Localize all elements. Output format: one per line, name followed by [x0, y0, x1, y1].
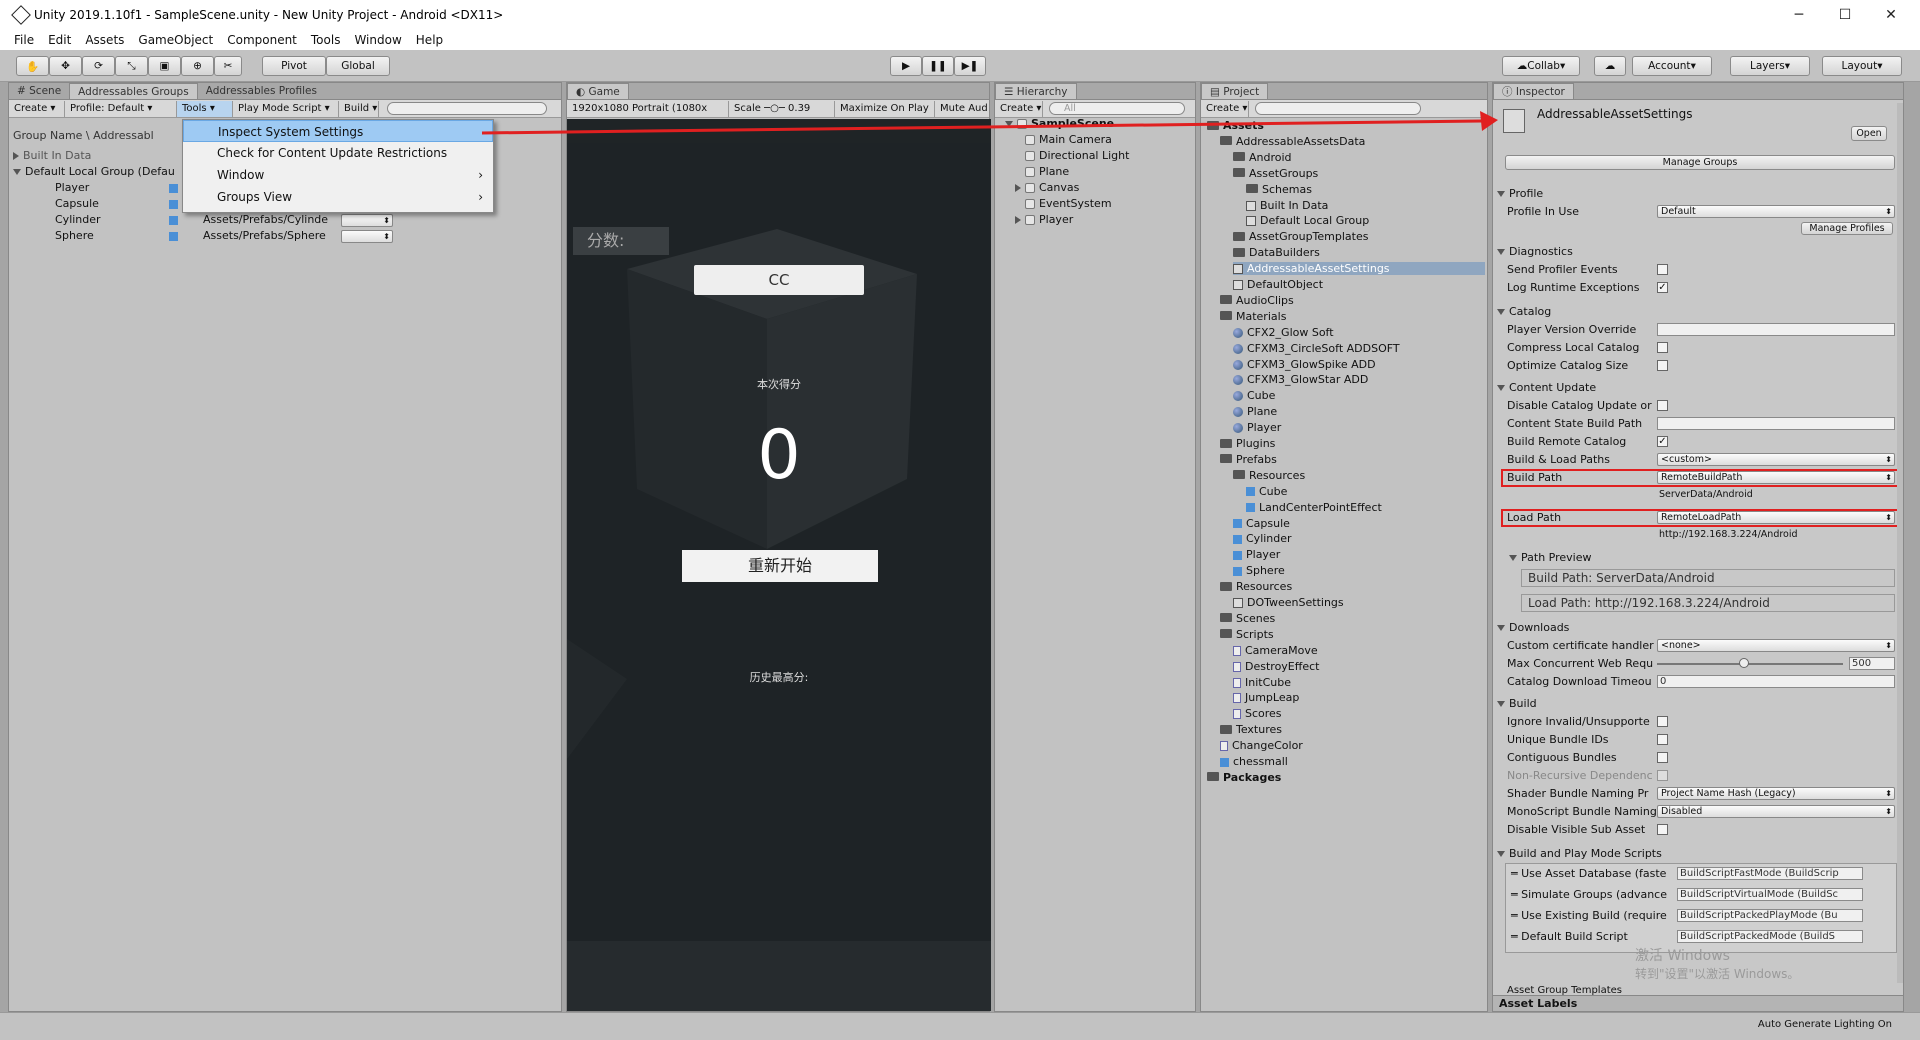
status-bar: Auto Generate Lighting On [0, 1012, 1920, 1040]
auto-lighting-status: Auto Generate Lighting On [1757, 1019, 1892, 1030]
annotation-arrow [481, 111, 1498, 135]
